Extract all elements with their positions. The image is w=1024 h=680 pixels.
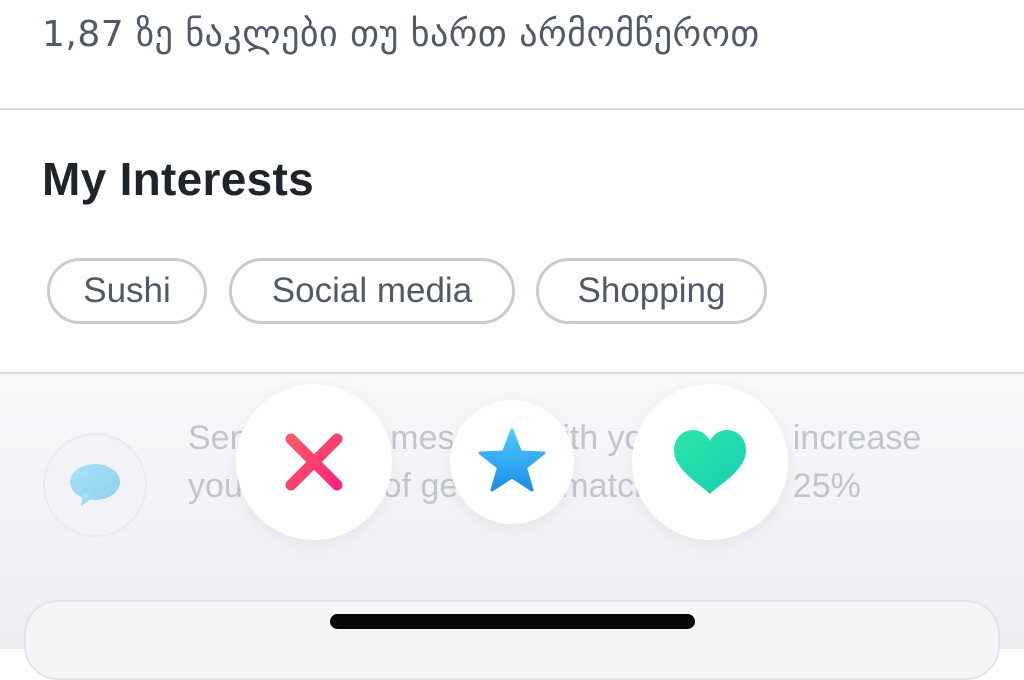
- promo-icon: [43, 433, 147, 537]
- nope-button[interactable]: [236, 384, 392, 540]
- interest-chip: Social media: [229, 258, 515, 324]
- interests-title: My Interests: [42, 153, 315, 205]
- message-input-card[interactable]: [24, 600, 1000, 680]
- heart-icon: [674, 430, 746, 494]
- close-icon: [285, 433, 343, 491]
- interest-chip: Sushi: [47, 258, 207, 324]
- super-like-button[interactable]: [450, 400, 574, 524]
- interest-chip: Shopping: [536, 258, 767, 324]
- divider: [0, 108, 1024, 110]
- home-indicator: [330, 614, 695, 629]
- distance-text: 1,87 ზე ნაკლები თუ ხართ არმომწეროთ: [42, 14, 760, 55]
- like-button[interactable]: [632, 384, 788, 540]
- chat-bubble-icon: [70, 464, 120, 506]
- star-icon: [478, 428, 546, 492]
